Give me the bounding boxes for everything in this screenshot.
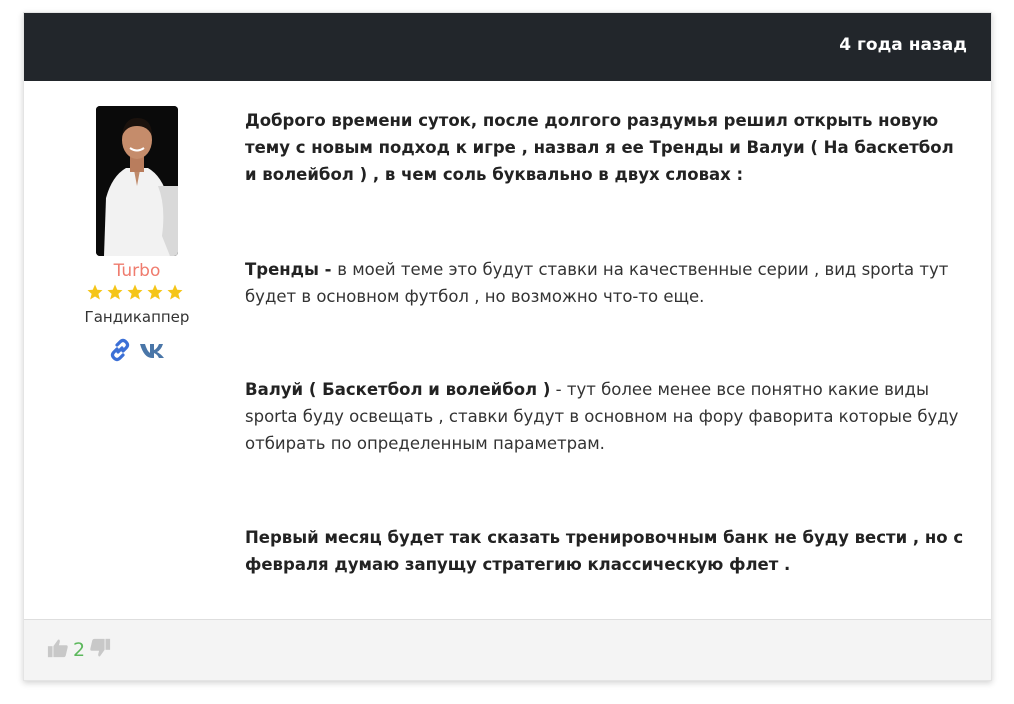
vote-controls: 2 <box>47 637 111 663</box>
post-paragraph-value: Валуй ( Баскетбол и волейбол ) - тут бол… <box>245 376 965 457</box>
thumbs-down-icon[interactable] <box>89 637 111 663</box>
star-icon <box>146 283 164 301</box>
trends-text: в моей теме это будут ставки на качестве… <box>245 260 949 306</box>
post-paragraph-intro: Доброго времени суток, после долгого раз… <box>245 111 954 184</box>
post-header: 4 года назад <box>24 13 991 81</box>
star-icon <box>166 283 184 301</box>
trends-heading: Тренды - <box>245 260 338 279</box>
like-count: 2 <box>73 639 86 661</box>
post-paragraph-plan: Первый месяц будет так сказать тренирово… <box>245 528 964 574</box>
vk-icon[interactable] <box>139 338 167 366</box>
star-icon <box>126 283 144 301</box>
author-socials <box>108 338 167 366</box>
post-timestamp: 4 года назад <box>839 35 967 55</box>
avatar[interactable] <box>96 106 178 256</box>
post-card: 4 года назад Turbo Гандикаппер Доброго в… <box>23 12 992 681</box>
author-username[interactable]: Turbo <box>24 261 250 281</box>
star-icon <box>106 283 124 301</box>
thumbs-up-icon[interactable] <box>47 637 69 663</box>
star-icon <box>86 283 104 301</box>
author-role: Гандикаппер <box>84 308 190 326</box>
value-heading: Валуй ( Баскетбол и волейбол ) <box>245 380 551 399</box>
author-rating <box>86 283 184 301</box>
post-paragraph-trends: Тренды - в моей теме это будут ставки на… <box>245 256 965 310</box>
post-footer: 2 <box>24 619 991 680</box>
link-icon[interactable] <box>108 338 132 366</box>
